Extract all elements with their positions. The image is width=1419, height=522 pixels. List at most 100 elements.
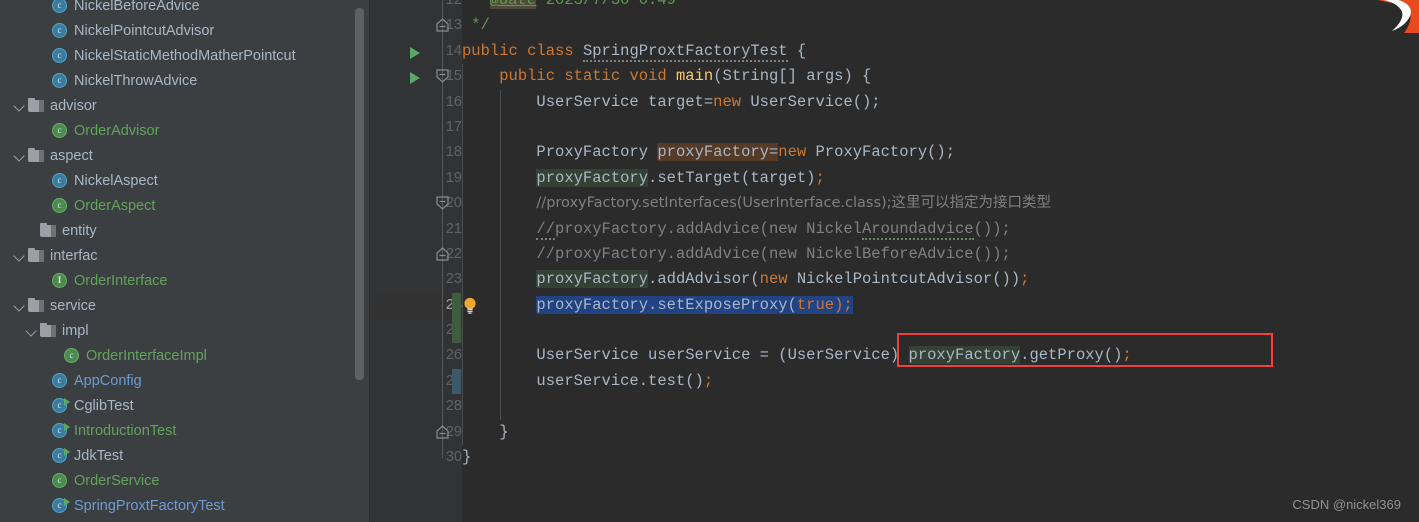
code-line-27[interactable]: userService.test(); bbox=[462, 368, 1419, 395]
code-line-26[interactable]: UserService userService = (UserService) … bbox=[462, 343, 1419, 369]
fold-end-icon[interactable] bbox=[436, 424, 449, 439]
tree-item-introductiontest[interactable]: c IntroductionTest bbox=[0, 418, 355, 443]
code-line-13[interactable]: */ bbox=[462, 13, 1419, 38]
tree-item-nickelaspect[interactable]: c NickelAspect bbox=[0, 168, 355, 193]
fold-rail bbox=[442, 165, 443, 192]
code-line-23[interactable]: proxyFactory.addAdvisor(new NickelPointc… bbox=[462, 267, 1419, 293]
fold-end-icon[interactable] bbox=[436, 18, 449, 32]
gutter-row-30[interactable]: 30 bbox=[370, 445, 462, 470]
tree-item-orderservice[interactable]: c OrderService bbox=[0, 468, 355, 493]
code-line-28[interactable] bbox=[462, 394, 1419, 420]
gutter-row-24[interactable]: 24 bbox=[370, 292, 476, 319]
gutter-row-22[interactable]: 22 bbox=[370, 241, 462, 268]
code-line-22[interactable]: //proxyFactory.addAdvice(new NickelBefor… bbox=[462, 241, 1419, 268]
vcs-change-marker-added[interactable] bbox=[452, 292, 461, 319]
tree-item-entity[interactable]: entity bbox=[0, 218, 355, 243]
tree-item-orderinterfaceimpl[interactable]: c OrderInterfaceImpl bbox=[0, 343, 355, 368]
code-line-24[interactable]: proxyFactory.setExposeProxy(true); bbox=[462, 292, 1419, 319]
folder-icon bbox=[27, 293, 47, 318]
tree-item-impl[interactable]: impl bbox=[0, 318, 355, 343]
project-tree-panel[interactable]: c NickelBeforeAdvice c NickelPointcutAdviso… bbox=[0, 0, 370, 522]
chevron-down-icon[interactable] bbox=[12, 243, 27, 268]
code-line-16[interactable]: UserService target=new UserService(); bbox=[462, 89, 1419, 115]
sidebar-vertical-scrollbar[interactable] bbox=[355, 8, 364, 380]
vcs-change-marker-added[interactable] bbox=[452, 318, 461, 344]
gutter-row-26[interactable]: 26 bbox=[370, 343, 462, 369]
gutter-row-15[interactable]: 15 bbox=[370, 64, 462, 90]
gutter-row-12[interactable]: 12 bbox=[370, 0, 462, 14]
gutter-row-19[interactable]: 19 bbox=[370, 165, 462, 192]
folder-icon bbox=[39, 318, 59, 343]
fold-collapse-icon[interactable] bbox=[436, 69, 449, 83]
gutter-row-20[interactable]: 20 bbox=[370, 191, 462, 217]
tree-item-appconfig[interactable]: c AppConfig bbox=[0, 368, 355, 393]
tree-item-nickelbeforeadvice[interactable]: c NickelBeforeAdvice bbox=[0, 0, 355, 18]
tree-item-orderinterface[interactable]: I OrderInterface bbox=[0, 268, 355, 293]
chevron-down-icon[interactable] bbox=[12, 93, 27, 118]
code-text-area[interactable]: * @date 2023/7/30 0:49 */ public class S… bbox=[462, 0, 1419, 522]
run-arrow-icon[interactable] bbox=[410, 46, 420, 59]
code-line-29[interactable]: } bbox=[462, 419, 1419, 446]
gutter-row-18[interactable]: 18 bbox=[370, 140, 462, 166]
tree-twisty-spacer bbox=[36, 468, 51, 493]
gutter-row-14[interactable]: 14 bbox=[370, 38, 462, 65]
tree-item-nickelthrowadvice[interactable]: c NickelThrowAdvice bbox=[0, 68, 355, 93]
gutter-row-28[interactable]: 28 bbox=[370, 394, 462, 420]
comment-slashes-21: // bbox=[536, 219, 556, 240]
tree-item-orderaspect[interactable]: c OrderAspect bbox=[0, 193, 355, 218]
tree-item-label: NickelStaticMethodMatherPointcut bbox=[74, 47, 296, 64]
line-number: 30 bbox=[445, 449, 462, 466]
code-line-30[interactable]: } bbox=[462, 445, 1419, 470]
project-tree[interactable]: c NickelBeforeAdvice c NickelPointcutAdviso… bbox=[0, 0, 355, 518]
fold-rail bbox=[442, 318, 443, 344]
tree-item-nickelstaticmethodmatherpointcut[interactable]: c NickelStaticMethodMatherPointcut bbox=[0, 43, 355, 68]
tree-item-aspect[interactable]: aspect bbox=[0, 143, 355, 168]
code-line-14[interactable]: public class SpringProxtFactoryTest { bbox=[462, 39, 1419, 64]
gutter-row-29[interactable]: 29 bbox=[370, 419, 462, 446]
tree-item-advisor[interactable]: advisor bbox=[0, 93, 355, 118]
tree-item-label: OrderInterfaceImpl bbox=[86, 347, 207, 364]
fold-end-icon[interactable] bbox=[436, 247, 449, 261]
gutter-row-16[interactable]: 16 bbox=[370, 89, 462, 115]
code-editor[interactable]: 12 13 14 15 16 17 18 19 20 21 22 23 2425 26 27 28 29 30 *… bbox=[370, 0, 1419, 522]
chevron-down-icon[interactable] bbox=[12, 293, 27, 318]
chevron-down-icon[interactable] bbox=[24, 318, 39, 343]
gutter-row-25[interactable]: 25 bbox=[370, 318, 462, 344]
indent-guide bbox=[500, 114, 501, 141]
tree-item-orderadvisor[interactable]: c OrderAdvisor bbox=[0, 118, 355, 143]
tree-item-label: OrderInterface bbox=[74, 272, 168, 289]
code-line-21[interactable]: //proxyFactory.addAdvice(new NickelAroun… bbox=[462, 216, 1419, 242]
line-number: 28 bbox=[445, 398, 462, 415]
gutter-row-17[interactable]: 17 bbox=[370, 114, 462, 141]
tree-item-service[interactable]: service bbox=[0, 293, 355, 318]
folder-icon bbox=[39, 218, 59, 243]
code-line-19[interactable]: proxyFactory.setTarget(target); bbox=[462, 165, 1419, 192]
tree-item-jdktest[interactable]: c JdkTest bbox=[0, 443, 355, 468]
tree-item-interfac[interactable]: interfac bbox=[0, 243, 355, 268]
code-line-18[interactable]: ProxyFactory proxyFactory=new ProxyFacto… bbox=[462, 140, 1419, 166]
tree-item-cglibtest[interactable]: c CglibTest bbox=[0, 393, 355, 418]
code-line-17[interactable] bbox=[462, 114, 1419, 141]
gutter-row-21[interactable]: 21 bbox=[370, 216, 462, 242]
editor-gutter[interactable]: 12 13 14 15 16 17 18 19 20 21 22 23 2425 26 27 28 29 30 bbox=[370, 0, 476, 522]
code-line-25[interactable] bbox=[462, 318, 1419, 344]
run-arrow-icon[interactable] bbox=[410, 72, 420, 85]
tree-item-springproxtfactorytest[interactable]: c SpringProxtFactoryTest bbox=[0, 493, 355, 518]
gutter-row-27[interactable]: 27 bbox=[370, 368, 462, 395]
code-line-15[interactable]: public static void main(String[] args) { bbox=[462, 64, 1419, 90]
code-line-12[interactable]: * @date 2023/7/30 0:49 bbox=[462, 0, 1419, 13]
vcs-change-marker-modified[interactable] bbox=[452, 368, 461, 395]
gutter-row-23[interactable]: 23 bbox=[370, 267, 462, 293]
fold-rail bbox=[442, 114, 443, 141]
tree-item-nickelpointcutadvisor[interactable]: c NickelPointcutAdvisor bbox=[0, 18, 355, 43]
line-number: 23 bbox=[445, 271, 462, 288]
fold-collapse-icon[interactable] bbox=[436, 196, 449, 210]
code-line-20[interactable]: //proxyFactory.setInterfaces(UserInterfa… bbox=[462, 191, 1419, 217]
chevron-down-icon[interactable] bbox=[12, 143, 27, 168]
indent-guide bbox=[500, 267, 501, 293]
gutter-row-13[interactable]: 13 bbox=[370, 13, 462, 39]
